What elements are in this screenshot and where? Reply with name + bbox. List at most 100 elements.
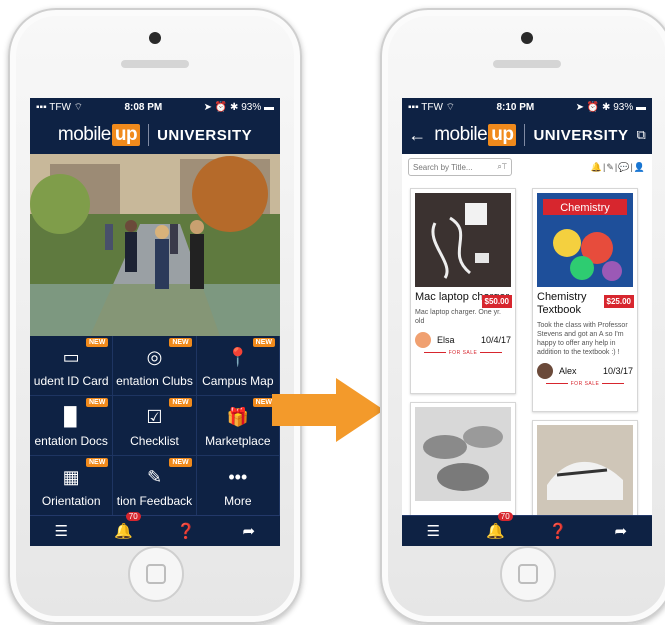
app-header: mobile up UNIVERSITY	[30, 116, 280, 154]
search-input[interactable]: Search by Title... ⌕⊤	[408, 158, 512, 176]
chat-icon[interactable]: 💬	[618, 162, 630, 172]
listing-date: 10/3/17	[602, 366, 633, 376]
mobileup-logo: mobile up	[434, 124, 517, 146]
svg-text:Chemistry: Chemistry	[560, 202, 610, 214]
compose-icon[interactable]: ✎	[606, 162, 615, 172]
right-phone: ▪▪▪ TFW ⌔ 8:10 PM ➤ ⏰ ✱ 93% ▬ ← mobile up…	[380, 8, 665, 624]
tile-label: Checklist	[130, 434, 179, 448]
avatar	[415, 332, 431, 348]
help-icon[interactable]: ❓	[538, 522, 578, 540]
tile-label: Orientation	[41, 494, 101, 508]
left-phone: ▪▪▪ TFW ⌔ 8:08 PM ➤ ⏰ ✱ 93% ▬ mobile up U…	[8, 8, 302, 624]
seller-name: Elsa	[437, 335, 455, 345]
bottom-tab-bar: ☰ 🔔 70 ❓ ➦	[402, 512, 652, 546]
tile-more[interactable]: ••• More	[196, 456, 280, 516]
tile-orientation-feedback[interactable]: NEW ✎ tion Feedback	[113, 456, 197, 516]
new-badge: NEW	[85, 458, 109, 467]
app-header: ← mobile up UNIVERSITY ⧉	[402, 116, 652, 154]
tile-label: Campus Map	[202, 374, 274, 388]
arrow-icon	[272, 378, 384, 442]
carrier-label: ▪▪▪ TFW ⌔	[408, 101, 456, 113]
map-pin-icon: 📍	[226, 347, 250, 367]
id-card-icon: ▭	[62, 347, 80, 367]
front-camera	[521, 32, 533, 44]
listing-card[interactable]: Mac laptop charger $50.00 Mac laptop cha…	[410, 188, 516, 394]
gift-icon: 🎁	[226, 407, 250, 427]
seller-row: Alex 10/3/17	[533, 357, 637, 379]
new-badge: NEW	[169, 338, 192, 347]
tile-marketplace[interactable]: NEW 🎁 Marketplace	[196, 396, 280, 456]
price-badge: $25.00	[603, 295, 634, 308]
tile-orientation-clubs[interactable]: NEW ◎ entation Clubs	[113, 336, 197, 396]
listing-grid: Mac laptop charger $50.00 Mac laptop cha…	[402, 180, 652, 524]
menu-icon[interactable]: ☰	[41, 522, 81, 540]
notification-count-badge: 70	[497, 512, 513, 521]
notification-count-badge: 70	[125, 512, 141, 521]
help-icon[interactable]: ❓	[166, 522, 206, 540]
checklist-icon: ☑	[146, 407, 163, 427]
new-badge: NEW	[169, 458, 192, 467]
mobileup-logo: mobile up	[58, 124, 141, 146]
edit-icon: ✎	[146, 467, 163, 487]
seller-row: Elsa 10/4/17	[411, 326, 515, 348]
bottom-tab-bar: ☰ 🔔 70 ❓ ➦	[30, 512, 280, 546]
profile-icon[interactable]: 👤	[634, 162, 646, 172]
listing-card[interactable]	[410, 402, 516, 524]
new-badge: NEW	[169, 398, 192, 407]
tile-label: entation Clubs	[116, 374, 193, 388]
calendar-icon: ▦	[62, 467, 80, 487]
clock: 8:08 PM	[124, 101, 163, 113]
campus-hero-image	[30, 154, 280, 336]
front-camera	[149, 32, 161, 44]
tile-label: Marketplace	[205, 434, 271, 448]
more-icon: •••	[228, 467, 248, 487]
for-sale-tag: FOR SALE	[411, 348, 515, 360]
battery-indicator: ➤ ⏰ ✱ 93% ▬	[203, 101, 274, 113]
listing-card[interactable]	[532, 420, 638, 522]
search-toolbar: Search by Title... ⌕⊤ 🔔|✎|💬|👤	[402, 154, 652, 181]
tile-orientation-docs[interactable]: NEW ▉ entation Docs	[30, 396, 114, 456]
external-link-icon[interactable]: ⧉	[636, 127, 645, 143]
clock: 8:10 PM	[496, 101, 535, 113]
feature-tiles: NEW ▭ udent ID Card NEW ◎ entation Clubs…	[30, 336, 280, 516]
earpiece-speaker	[121, 60, 189, 68]
home-screen: ▪▪▪ TFW ⌔ 8:08 PM ➤ ⏰ ✱ 93% ▬ mobile up U…	[30, 98, 280, 546]
header-divider	[524, 124, 526, 146]
home-button[interactable]	[128, 546, 184, 602]
search-filter-icon: ⌕⊤	[497, 162, 507, 171]
toolbar-icons: 🔔|✎|💬|👤	[590, 161, 646, 172]
bell-icon[interactable]: 🔔	[591, 162, 603, 172]
listing-photo	[415, 193, 511, 287]
back-arrow-icon[interactable]: ←	[408, 125, 426, 146]
seller-name: Alex	[559, 366, 577, 376]
header-divider	[148, 124, 150, 146]
listing-date: 10/4/17	[480, 335, 511, 345]
share-icon[interactable]: ➦	[601, 522, 641, 540]
new-badge: NEW	[85, 338, 109, 347]
tile-orientation[interactable]: NEW ▦ Orientation	[30, 456, 114, 516]
header-title: UNIVERSITY	[157, 126, 253, 144]
avatar	[537, 363, 553, 379]
notifications-bell-icon[interactable]: 🔔 70	[104, 512, 144, 540]
listing-photo	[537, 425, 633, 519]
marketplace-screen: ▪▪▪ TFW ⌔ 8:10 PM ➤ ⏰ ✱ 93% ▬ ← mobile up…	[402, 98, 652, 546]
tile-campus-map[interactable]: NEW 📍 Campus Map	[196, 336, 280, 396]
tile-label: udent ID Card	[33, 374, 109, 388]
target-icon: ◎	[146, 347, 163, 367]
header-title: UNIVERSITY	[533, 126, 629, 144]
tile-label: More	[224, 494, 252, 508]
notifications-bell-icon[interactable]: 🔔 70	[476, 512, 516, 540]
tile-label: tion Feedback	[116, 494, 193, 508]
tile-checklist[interactable]: NEW ☑ Checklist	[113, 396, 197, 456]
home-button[interactable]	[500, 546, 556, 602]
share-icon[interactable]: ➦	[229, 522, 269, 540]
document-icon: ▉	[64, 407, 79, 427]
new-badge: NEW	[252, 338, 275, 347]
carrier-label: ▪▪▪ TFW ⌔	[36, 101, 84, 113]
battery-indicator: ➤ ⏰ ✱ 93% ▬	[575, 101, 646, 113]
tile-label: entation Docs	[34, 434, 108, 448]
listing-card[interactable]: Chemistry Chemistry Textbook $25.00 Took…	[532, 188, 638, 412]
for-sale-tag: FOR SALE	[533, 379, 637, 391]
menu-icon[interactable]: ☰	[413, 522, 453, 540]
tile-student-id-card[interactable]: NEW ▭ udent ID Card	[30, 336, 114, 396]
